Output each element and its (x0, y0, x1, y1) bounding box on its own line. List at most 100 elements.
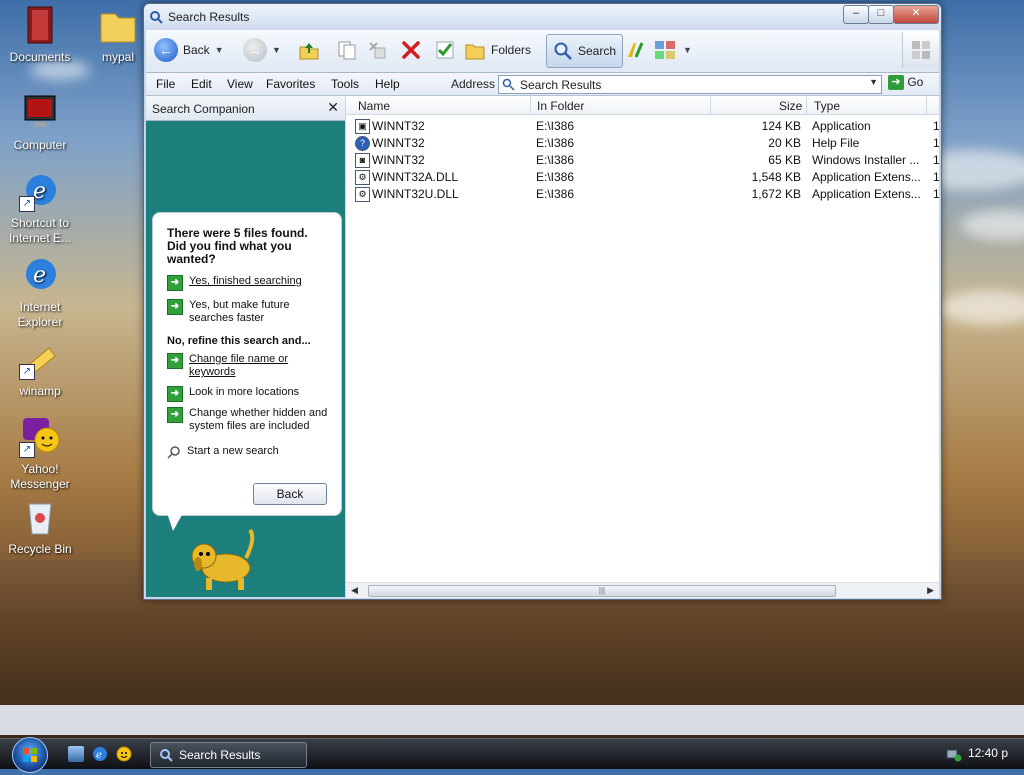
column-separator[interactable] (806, 96, 807, 114)
desktop-icon-winamp[interactable]: ↗ winamp (2, 338, 78, 399)
column-type[interactable]: Type (814, 99, 840, 113)
winamp-icon: ↗ (19, 338, 61, 380)
network-tray-icon[interactable] (946, 746, 962, 762)
search-results-window: Search Results – □ ✕ ← Back ▼ → ▼ Folder… (143, 3, 942, 600)
back-button[interactable]: ← Back ▼ (154, 34, 224, 66)
window-titlebar[interactable]: Search Results – □ ✕ (144, 4, 941, 30)
menu-edit[interactable]: Edit (191, 77, 212, 91)
show-desktop-icon[interactable] (68, 746, 84, 762)
menu-help[interactable]: Help (375, 77, 400, 91)
forward-button[interactable]: → ▼ (243, 34, 281, 66)
table-row[interactable]: ⚙ WINNT32A.DLL E:\I386 1,548 KB Applicat… (346, 168, 940, 185)
internet-explorer-icon: e ↗ (19, 170, 61, 212)
table-row[interactable]: ◙ WINNT32 E:\I386 65 KB Windows Installe… (346, 151, 940, 168)
truncated-column: 1 (933, 136, 940, 150)
views-button[interactable]: ▼ (654, 34, 692, 66)
desktop-icon-label: Computer (13, 138, 67, 152)
file-size: 20 KB (768, 136, 801, 150)
explorer-toolbar: ← Back ▼ → ▼ Folders Search ▼ (146, 30, 939, 73)
yes-faster-link[interactable]: Yes, but make future searches faster (189, 299, 337, 325)
delete-button[interactable] (400, 34, 422, 66)
column-in-folder[interactable]: In Folder (537, 99, 584, 113)
close-button[interactable]: ✕ (893, 5, 939, 24)
go-button[interactable]: ➜ Go (888, 75, 936, 92)
internet-explorer-icon[interactable]: e (92, 746, 108, 762)
desktop-icon-yahoo-messenger[interactable]: ↗ Yahoo! Messenger (2, 416, 78, 492)
table-row[interactable]: ▣ WINNT32 E:\I386 124 KB Application 1 (346, 117, 940, 134)
column-header: Name In Folder Size Type (346, 96, 939, 115)
file-name: WINNT32 (372, 153, 425, 167)
folders-button[interactable]: Folders (464, 34, 531, 66)
messenger-icon[interactable] (116, 746, 132, 762)
hidden-files-link[interactable]: Change whether hidden and system files a… (189, 407, 337, 433)
favorites-button[interactable] (624, 34, 646, 66)
menu-view[interactable]: View (227, 77, 253, 91)
hidden-files-option[interactable]: ➜ Change whether hidden and system files… (167, 407, 337, 433)
search-companion-pane: Search Companion ✕ There were 5 files fo… (146, 96, 345, 597)
menu-favorites[interactable]: Favorites (266, 77, 315, 91)
desktop-icon-computer[interactable]: Computer (2, 92, 78, 153)
yes-finished-option[interactable]: ➜ Yes, finished searching (167, 275, 337, 291)
search-button[interactable]: Search (546, 34, 624, 68)
desktop-icon-ie-shortcut[interactable]: e ↗ Shortcut to Internet E... (2, 170, 78, 246)
minimize-button[interactable]: – (843, 5, 869, 24)
windows-start-icon (23, 748, 37, 762)
scrollbar-thumb[interactable]: ||| (368, 585, 836, 597)
delete-icon (402, 41, 420, 59)
change-name-option[interactable]: ➜ Change file name or keywords (167, 353, 337, 379)
back-arrow-icon: ← (154, 38, 178, 62)
scroll-right-icon[interactable]: ▶ (927, 585, 934, 596)
wallpaper-cloud (960, 210, 1024, 240)
folders-label: Folders (491, 43, 532, 57)
move-to-button[interactable] (366, 34, 388, 66)
desktop-icon-internet-explorer[interactable]: e Internet Explorer (2, 254, 78, 330)
taskbar-search-results[interactable]: Search Results (150, 742, 307, 768)
table-row[interactable]: ⚙ WINNT32U.DLL E:\I386 1,672 KB Applicat… (346, 185, 940, 202)
chevron-down-icon[interactable]: ▼ (869, 77, 878, 87)
more-locations-option[interactable]: ➜ Look in more locations (167, 386, 337, 402)
desktop-icon-label: mypal (101, 50, 134, 64)
refine-heading: No, refine this search and... (167, 335, 311, 347)
close-pane-icon[interactable]: ✕ (327, 99, 339, 116)
checkmark-icon (436, 41, 454, 59)
new-search-link[interactable]: Start a new search (187, 445, 279, 459)
truncated-column: 1 (933, 119, 940, 133)
copy-icon (338, 41, 356, 60)
column-separator[interactable] (530, 96, 531, 114)
column-name[interactable]: Name (358, 99, 390, 113)
menu-tools[interactable]: Tools (331, 77, 359, 91)
menu-file[interactable]: File (156, 77, 175, 91)
up-folder-button[interactable] (298, 34, 320, 66)
address-label: Address (451, 77, 496, 91)
column-separator[interactable] (710, 96, 711, 114)
more-locations-link[interactable]: Look in more locations (189, 386, 299, 402)
change-name-link[interactable]: Change file name or keywords (189, 353, 299, 379)
desktop-icon-label: Documents (9, 50, 71, 64)
desktop-icon-documents[interactable]: Documents (2, 4, 78, 65)
search-icon (554, 42, 572, 60)
bubble-tail (167, 513, 183, 531)
column-separator[interactable] (926, 96, 927, 114)
yes-faster-option[interactable]: ➜ Yes, but make future searches faster (167, 299, 337, 325)
clock[interactable]: 12:40 p (968, 746, 1008, 760)
desktop-icon-recycle-bin[interactable]: Recycle Bin (2, 496, 78, 557)
table-row[interactable]: ? WINNT32 E:\I386 20 KB Help File 1 (346, 134, 940, 151)
svg-text:e: e (96, 750, 102, 761)
chevron-down-icon[interactable]: ▼ (272, 45, 281, 55)
search-companion-header: Search Companion ✕ (146, 96, 345, 121)
properties-button[interactable] (434, 34, 456, 66)
maximize-button[interactable]: □ (868, 5, 894, 24)
copy-to-button[interactable] (336, 34, 358, 66)
column-size[interactable]: Size (779, 99, 802, 113)
green-arrow-icon: ➜ (167, 299, 183, 315)
truncated-column: 1 (933, 187, 940, 201)
pen-icon (628, 42, 644, 58)
address-bar[interactable]: Search Results ▼ (498, 75, 882, 94)
new-search-option[interactable]: Start a new search (167, 445, 337, 459)
yes-finished-link[interactable]: Yes, finished searching (189, 275, 302, 291)
companion-back-button[interactable]: Back (253, 483, 327, 505)
horizontal-scrollbar[interactable]: ◀ ||| ▶ (346, 582, 939, 598)
file-type: Application (812, 119, 871, 133)
chevron-down-icon[interactable]: ▼ (215, 45, 224, 55)
scroll-left-icon[interactable]: ◀ (351, 585, 358, 596)
